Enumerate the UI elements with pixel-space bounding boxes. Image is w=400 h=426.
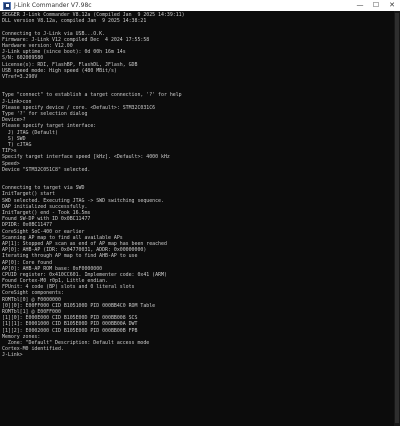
console-output[interactable]: SEGGER J-Link Commander V8.12a (Compiled…: [0, 11, 400, 359]
console-line: J-Link>: [2, 352, 23, 359]
maximize-button[interactable]: ☐: [368, 0, 384, 11]
scrollbar-thumb[interactable]: [395, 13, 399, 423]
jlink-commander-window: J-Link Commander V7.98c — ☐ ✕ SEGGER J-L…: [0, 0, 400, 426]
close-button[interactable]: ✕: [384, 0, 400, 11]
minimize-button[interactable]: —: [352, 0, 368, 11]
app-icon: [3, 1, 11, 10]
window-controls: — ☐ ✕: [352, 0, 400, 11]
window-title: J-Link Commander V7.98c: [14, 2, 92, 9]
title-bar[interactable]: J-Link Commander V7.98c — ☐ ✕: [0, 0, 400, 11]
console-area[interactable]: SEGGER J-Link Commander V8.12a (Compiled…: [0, 11, 400, 426]
vertical-scrollbar[interactable]: [394, 11, 400, 426]
